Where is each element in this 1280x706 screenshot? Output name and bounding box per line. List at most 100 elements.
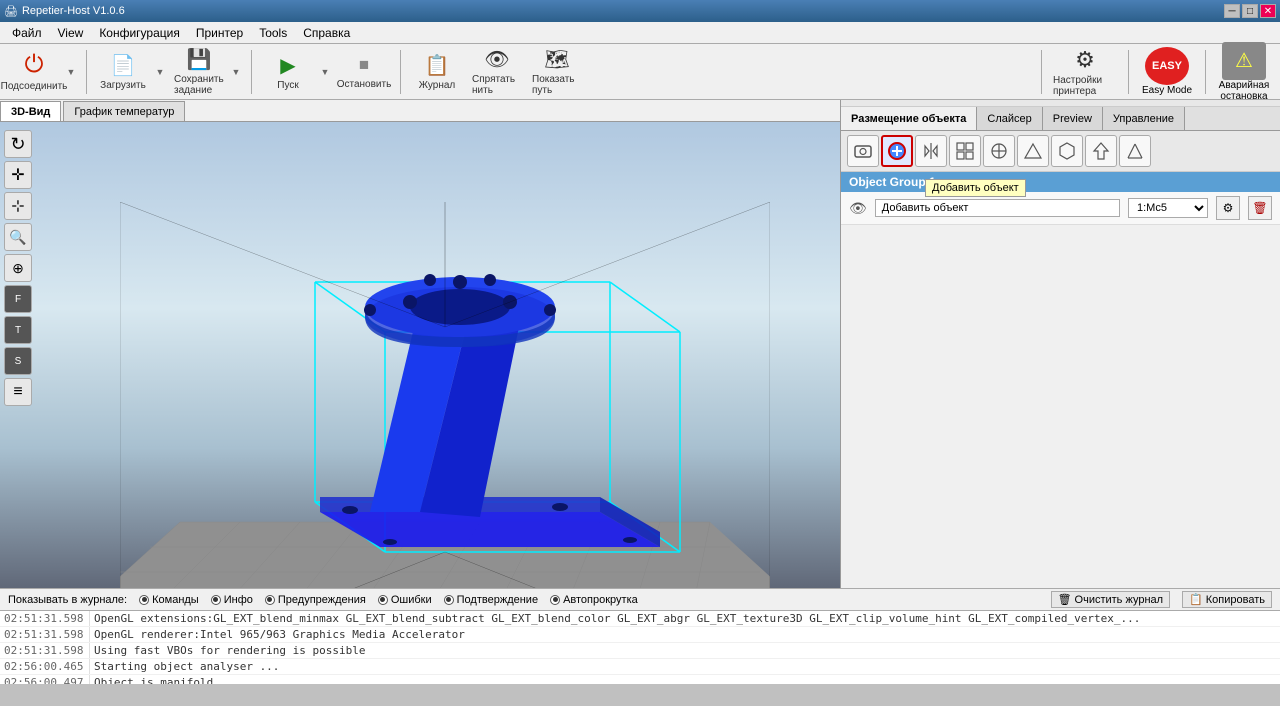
filter-warnings[interactable]: Предупреждения: [265, 594, 366, 606]
clear-log-button[interactable]: 🗑 Очистить журнал: [1051, 591, 1171, 608]
filter-errors[interactable]: Ошибки: [378, 594, 432, 606]
object-list-row: 👁 Добавить объект 1:Mc5 2:Mc5 3:Mc5 ⚙ 🗑: [841, 192, 1280, 225]
tool-arrow-up-button[interactable]: [1085, 135, 1117, 167]
delete-small-button[interactable]: 🗑: [1248, 196, 1272, 220]
save-icon: 💾: [187, 47, 212, 72]
emergency-icon: ⚠: [1222, 42, 1266, 80]
tab-placement[interactable]: Размещение объекта: [841, 107, 977, 130]
connect-button[interactable]: ⏻ Подсоединить: [6, 47, 62, 97]
tool-grid-button[interactable]: [949, 135, 981, 167]
log-icon: 📋: [425, 53, 450, 78]
save-button[interactable]: 💾 Сохранить задание: [171, 47, 227, 97]
filter-confirm[interactable]: Подтверждение: [444, 594, 538, 606]
hide-thread-button[interactable]: 👁 Спрятать нить: [469, 47, 525, 97]
object-group-label: Object Group 1: [849, 175, 936, 189]
config-select[interactable]: 1:Mc5 2:Mc5 3:Mc5: [1128, 198, 1208, 218]
emergency-button[interactable]: ⚠ Аварийная остановка: [1214, 42, 1274, 102]
log-row: 02:56:00.465Starting object analyser ...: [0, 659, 1280, 675]
settings-button[interactable]: ⚙ Настройки принтера: [1050, 47, 1120, 97]
trash-icon: 🗑: [1058, 593, 1072, 606]
minimize-button[interactable]: ─: [1224, 4, 1240, 18]
panel-tabs: Размещение объекта Слайсер Preview Управ…: [841, 107, 1280, 131]
tab-slicer[interactable]: Слайсер: [977, 107, 1042, 130]
pan-tool-button[interactable]: ⊹: [4, 192, 32, 220]
tab-control[interactable]: Управление: [1103, 107, 1185, 130]
settings-label: Настройки принтера: [1053, 75, 1117, 97]
maximize-button[interactable]: □: [1242, 4, 1258, 18]
menu-config[interactable]: Конфигурация: [91, 24, 188, 42]
titlebar-controls: ─ □ ✕: [1224, 4, 1276, 18]
statusbar: Показывать в журнале: Команды Инфо Преду…: [0, 588, 1280, 610]
visibility-toggle[interactable]: 👁: [849, 200, 867, 217]
app-title: Repetier-Host V1.0.6: [22, 5, 125, 17]
menubar: Файл View Конфигурация Принтер Tools Спр…: [0, 22, 1280, 44]
menu-file[interactable]: Файл: [4, 24, 50, 42]
radio-errors: [378, 595, 388, 605]
3d-scene-svg: X Y Z: [120, 202, 770, 588]
tool-camera-button[interactable]: [847, 135, 879, 167]
run-icon: ▶: [280, 53, 295, 78]
rotate-tool-button[interactable]: ↻: [4, 130, 32, 158]
load-group: 📄 Загрузить ▼: [95, 47, 167, 97]
filter-info[interactable]: Инфо: [211, 594, 253, 606]
add-object-button[interactable]: Добавить объект: [875, 199, 1120, 217]
connect-icon: ⏻: [25, 51, 44, 79]
menu-help[interactable]: Справка: [295, 24, 358, 42]
add-object-tooltip: Добавить объект: [925, 179, 1026, 197]
log-row: 02:56:00.497Object is manifold.: [0, 675, 1280, 684]
easy-mode-button[interactable]: EASY Easy Mode: [1137, 47, 1197, 96]
sep6: [1205, 50, 1206, 94]
tool-triangle-up-button[interactable]: [1017, 135, 1049, 167]
view-front-button[interactable]: F: [4, 285, 32, 313]
run-dropdown[interactable]: ▼: [318, 50, 332, 94]
log-time: 02:51:31.598: [0, 611, 90, 626]
close-button[interactable]: ✕: [1260, 4, 1276, 18]
zoom-fit-tool-button[interactable]: ⊕: [4, 254, 32, 282]
sep3: [400, 50, 401, 94]
zoom-in-tool-button[interactable]: 🔍: [4, 223, 32, 251]
filter-autoscroll[interactable]: Автопрокрутка: [550, 594, 638, 606]
connect-dropdown[interactable]: ▼: [64, 50, 78, 94]
tool-angle-button[interactable]: [1119, 135, 1151, 167]
move-tool-button[interactable]: ✛: [4, 161, 32, 189]
copy-icon: 📋: [1189, 593, 1203, 606]
log-row: 02:51:31.598OpenGL extensions:GL_EXT_ble…: [0, 611, 1280, 627]
view-top-button[interactable]: T: [4, 316, 32, 344]
3d-viewport[interactable]: ↻ ✛ ⊹ 🔍 ⊕ F T S ≡: [0, 122, 840, 588]
show-path-button[interactable]: 🗺 Показать путь: [529, 47, 585, 97]
log-message: OpenGL extensions:GL_EXT_blend_minmax GL…: [90, 611, 1144, 626]
menu-tools[interactable]: Tools: [251, 24, 295, 42]
tool-hex-button[interactable]: [1051, 135, 1083, 167]
save-dropdown[interactable]: ▼: [229, 50, 243, 94]
copy-log-button[interactable]: 📋 Копировать: [1182, 591, 1272, 608]
tool-mirror-button[interactable]: [915, 135, 947, 167]
filter-commands[interactable]: Команды: [139, 594, 199, 606]
run-group: ▶ Пуск ▼: [260, 47, 332, 97]
log-area[interactable]: 02:51:31.598OpenGL extensions:GL_EXT_ble…: [0, 610, 1280, 684]
sep2: [251, 50, 252, 94]
viewport-container: 3D-Вид График температур ↻ ✛ ⊹ 🔍 ⊕ F T S…: [0, 100, 840, 588]
lines-tool-button[interactable]: ≡: [4, 378, 32, 406]
menu-printer[interactable]: Принтер: [188, 24, 251, 42]
view-side-button[interactable]: S: [4, 347, 32, 375]
settings-small-button[interactable]: ⚙: [1216, 196, 1240, 220]
menu-view[interactable]: View: [50, 24, 92, 42]
log-button[interactable]: 📋 Журнал: [409, 47, 465, 97]
tool-center-button[interactable]: [983, 135, 1015, 167]
object-group-row: Object Group 1: [841, 172, 1280, 192]
load-dropdown[interactable]: ▼: [153, 50, 167, 94]
log-row: 02:51:31.598OpenGL renderer:Intel 965/96…: [0, 627, 1280, 643]
tool-icons-row: Добавить объект: [841, 131, 1280, 172]
emergency-label: Аварийная остановка: [1214, 80, 1274, 102]
stop-button[interactable]: ⏹ Остановить: [336, 47, 392, 97]
tab-3d-view[interactable]: 3D-Вид: [0, 101, 61, 121]
tab-preview[interactable]: Preview: [1043, 107, 1103, 130]
tool-add-button[interactable]: Добавить объект: [881, 135, 913, 167]
stop-label: Остановить: [337, 79, 392, 90]
panel-title: [841, 100, 1280, 107]
stop-group: ⏹ Остановить: [336, 47, 392, 97]
run-button[interactable]: ▶ Пуск: [260, 47, 316, 97]
log-message: Using fast VBOs for rendering is possibl…: [90, 643, 370, 658]
load-button[interactable]: 📄 Загрузить: [95, 47, 151, 97]
tab-temp-graph[interactable]: График температур: [63, 101, 185, 121]
